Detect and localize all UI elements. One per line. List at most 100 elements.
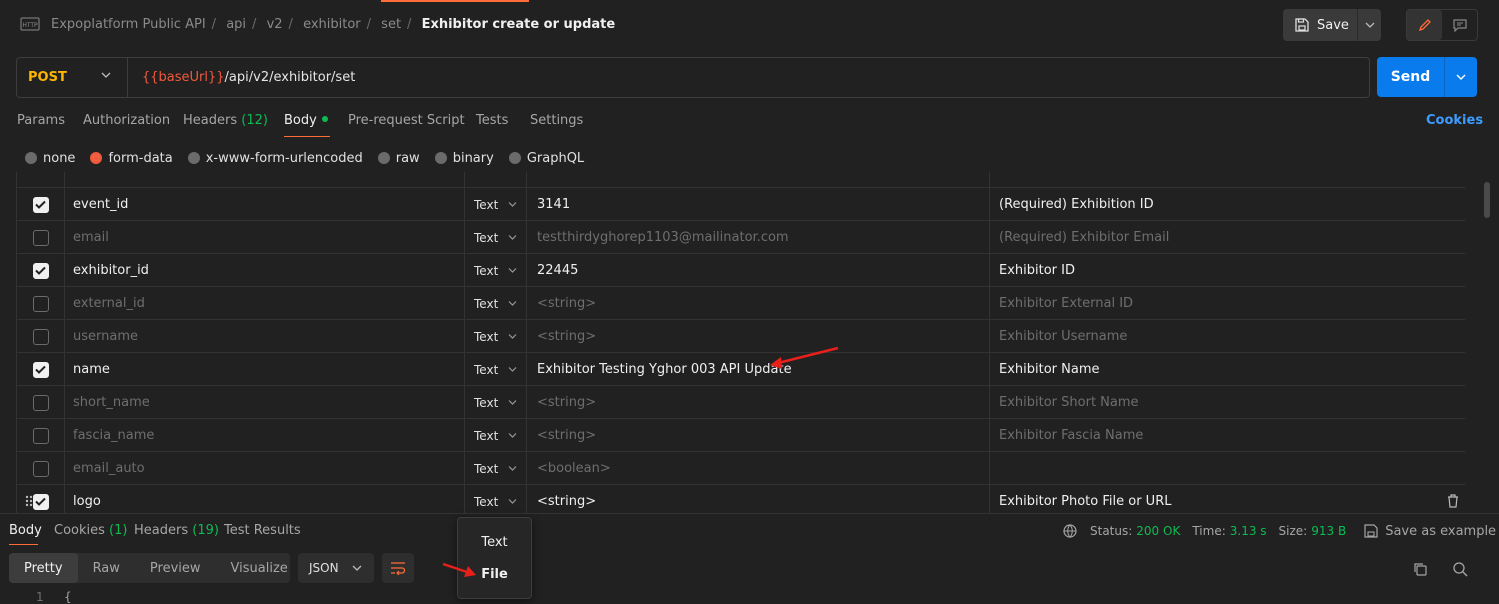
type-select[interactable]: Text xyxy=(464,287,526,320)
row-checkbox[interactable] xyxy=(32,196,49,213)
row-checkbox[interactable] xyxy=(32,460,49,477)
edit-mode-button[interactable] xyxy=(1407,10,1442,40)
type-select[interactable]: Text xyxy=(464,320,526,353)
dropdown-option-file[interactable]: File xyxy=(458,567,531,582)
trash-icon[interactable] xyxy=(1447,494,1459,508)
tab-authorization[interactable]: Authorization xyxy=(83,113,170,128)
send-button[interactable]: Send xyxy=(1377,57,1444,97)
body-type-form-data[interactable]: form-data xyxy=(90,151,173,166)
body-type-raw[interactable]: raw xyxy=(377,151,420,166)
value-field[interactable]: <string> xyxy=(526,485,989,513)
value-field[interactable]: <string> xyxy=(526,287,989,320)
key-field[interactable]: email_auto xyxy=(64,452,464,485)
value-field[interactable]: <string> xyxy=(526,320,989,353)
description-field[interactable]: Exhibitor Username xyxy=(989,320,1465,353)
value-field[interactable]: <string> xyxy=(526,386,989,419)
breadcrumb-item[interactable]: set xyxy=(381,17,401,32)
description-field[interactable] xyxy=(989,452,1465,485)
globe-icon[interactable] xyxy=(1062,523,1078,539)
search-icon[interactable] xyxy=(1452,561,1468,577)
type-select[interactable]: Text xyxy=(464,254,526,287)
radio-button[interactable] xyxy=(508,152,521,164)
type-select[interactable]: Text xyxy=(464,188,526,221)
tab-settings[interactable]: Settings xyxy=(530,113,583,128)
row-checkbox[interactable] xyxy=(32,229,49,246)
breadcrumb-item[interactable]: Expoplatform Public API xyxy=(51,17,206,32)
table-scrollbar[interactable] xyxy=(1484,182,1490,218)
description-field[interactable]: Exhibitor ID xyxy=(989,254,1465,287)
breadcrumb-item[interactable]: exhibitor xyxy=(303,17,361,32)
type-select[interactable]: Text xyxy=(464,485,526,513)
breadcrumb-item[interactable]: v2 xyxy=(267,17,283,32)
description-field[interactable]: Exhibitor External ID xyxy=(989,287,1465,320)
row-checkbox[interactable] xyxy=(32,328,49,345)
radio-button[interactable] xyxy=(25,152,37,164)
body-type-none[interactable]: none xyxy=(25,151,75,166)
body-type-binary[interactable]: binary xyxy=(434,151,494,166)
body-type-graphql[interactable]: GraphQL xyxy=(508,151,584,166)
tab-params[interactable]: Params xyxy=(17,113,65,128)
value-field[interactable]: testthirdyghorep1103@mailinator.com xyxy=(526,221,989,254)
description-field[interactable]: Exhibitor Short Name xyxy=(989,386,1465,419)
send-options-button[interactable] xyxy=(1444,57,1477,97)
key-field[interactable]: fascia_name xyxy=(64,419,464,452)
description-field[interactable]: Exhibitor Photo File or URL xyxy=(989,485,1465,513)
response-tab-test-results[interactable]: Test Results xyxy=(224,523,301,538)
row-checkbox[interactable] xyxy=(32,493,49,510)
view-mode-preview[interactable]: Preview xyxy=(135,553,216,583)
key-field[interactable]: external_id xyxy=(64,287,464,320)
url-input[interactable]: {{baseUrl}}/api/v2/exhibitor/set xyxy=(142,70,355,85)
breadcrumb-item[interactable]: api xyxy=(226,17,246,32)
row-checkbox[interactable] xyxy=(32,295,49,312)
row-checkbox[interactable] xyxy=(32,427,49,444)
radio-button[interactable] xyxy=(434,152,447,164)
description-field[interactable]: (Required) Exhibitor Email xyxy=(989,221,1465,254)
key-field[interactable]: username xyxy=(64,320,464,353)
copy-icon[interactable] xyxy=(1412,561,1428,577)
drag-handle-icon[interactable] xyxy=(25,495,33,507)
key-field[interactable]: email xyxy=(64,221,464,254)
radio-button[interactable] xyxy=(187,152,200,164)
row-checkbox[interactable] xyxy=(32,361,49,378)
radio-button-selected[interactable] xyxy=(90,152,103,164)
format-select[interactable]: JSON xyxy=(298,553,374,583)
type-select[interactable]: Text xyxy=(464,452,526,485)
value-field[interactable]: 3141 xyxy=(526,188,989,221)
type-select[interactable]: Text xyxy=(464,353,526,386)
radio-button[interactable] xyxy=(377,152,390,164)
value-field[interactable]: 22445 xyxy=(526,254,989,287)
body-type-urlencoded[interactable]: x-www-form-urlencoded xyxy=(187,151,363,166)
type-select[interactable]: Text xyxy=(464,419,526,452)
tab-body[interactable]: Body xyxy=(284,113,328,128)
value-field[interactable]: <string> xyxy=(526,419,989,452)
description-field[interactable]: (Required) Exhibition ID xyxy=(989,188,1465,221)
request-name[interactable]: Exhibitor create or update xyxy=(422,17,616,32)
type-select[interactable]: Text xyxy=(464,386,526,419)
comment-mode-button[interactable] xyxy=(1442,10,1477,40)
view-mode-visualize[interactable]: Visualize xyxy=(216,553,303,583)
row-checkbox[interactable] xyxy=(32,394,49,411)
key-field[interactable]: short_name xyxy=(64,386,464,419)
key-field[interactable]: exhibitor_id xyxy=(64,254,464,287)
key-field[interactable]: event_id xyxy=(64,188,464,221)
view-mode-raw[interactable]: Raw xyxy=(78,553,135,583)
response-tab-body[interactable]: Body xyxy=(9,523,42,538)
tab-headers[interactable]: Headers (12) xyxy=(183,113,268,128)
tab-prerequest[interactable]: Pre-request Script xyxy=(348,113,465,128)
type-select[interactable]: Text xyxy=(464,221,526,254)
response-tab-headers[interactable]: Headers (19) xyxy=(134,523,219,538)
value-field[interactable]: <boolean> xyxy=(526,452,989,485)
view-mode-pretty[interactable]: Pretty xyxy=(9,553,78,583)
tab-tests[interactable]: Tests xyxy=(476,113,508,128)
save-options-button[interactable] xyxy=(1357,9,1381,41)
cookies-link[interactable]: Cookies xyxy=(1426,113,1483,128)
save-button[interactable]: Save xyxy=(1283,9,1357,41)
wrap-lines-button[interactable] xyxy=(382,553,414,583)
dropdown-option-text[interactable]: Text xyxy=(458,535,531,550)
description-field[interactable]: Exhibitor Fascia Name xyxy=(989,419,1465,452)
key-field[interactable]: name xyxy=(64,353,464,386)
row-checkbox[interactable] xyxy=(32,262,49,279)
description-field[interactable]: Exhibitor Name xyxy=(989,353,1465,386)
save-as-example-button[interactable]: Save as example xyxy=(1364,524,1496,539)
value-field[interactable]: Exhibitor Testing Yghor 003 API Update xyxy=(526,353,989,386)
